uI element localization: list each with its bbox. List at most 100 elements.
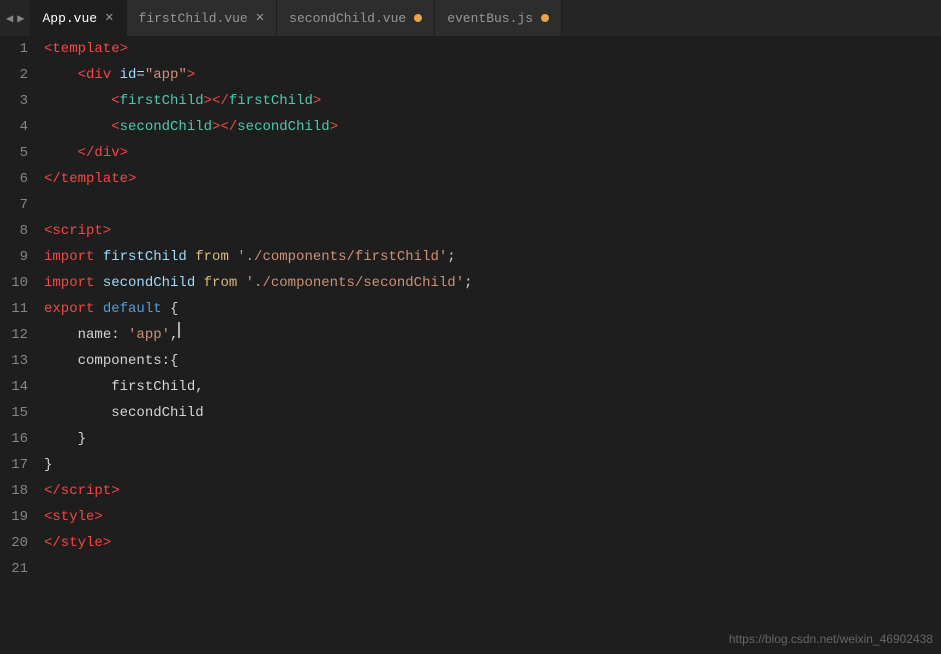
component-second-child-close: secondChild xyxy=(237,114,329,140)
indent-15 xyxy=(44,400,111,426)
code-line-13: components:{ xyxy=(44,348,941,374)
indent-2 xyxy=(44,62,78,88)
tab-app-vue[interactable]: App.vue ✕ xyxy=(30,0,126,36)
code-line-14: firstChild, xyxy=(44,374,941,400)
tab-label-second-child-vue: secondChild.vue xyxy=(289,11,406,26)
line-num-21: 21 xyxy=(8,556,28,582)
tag-div-open: <div xyxy=(78,62,120,88)
string-path-first-child: './components/firstChild' xyxy=(237,244,447,270)
key-components: components:{ xyxy=(78,348,179,374)
line-num-17: 17 xyxy=(8,452,28,478)
indent-14 xyxy=(44,374,111,400)
code-line-4: < secondChild ></ secondChild > xyxy=(44,114,941,140)
line-numbers: 1 2 3 4 5 6 7 8 9 10 11 12 13 14 15 16 1… xyxy=(0,36,40,654)
keyword-import-10: import xyxy=(44,270,103,296)
code-line-2: <div id= "app" > xyxy=(44,62,941,88)
plain-brace-open-11: { xyxy=(162,296,179,322)
code-line-15: secondChild xyxy=(44,400,941,426)
identifier-first-child-9: firstChild xyxy=(103,244,195,270)
code-area[interactable]: <template> <div id= "app" > < firstChild xyxy=(40,36,941,654)
component-second-child-open: secondChild xyxy=(120,114,212,140)
code-line-16: } xyxy=(44,426,941,452)
tag-template-close: </template> xyxy=(44,166,136,192)
keyword-export: export xyxy=(44,296,103,322)
line-num-4: 4 xyxy=(8,114,28,140)
indent-12 xyxy=(44,322,78,348)
line-num-2: 2 xyxy=(8,62,28,88)
tag-first-child-bracket: ></ xyxy=(204,88,229,114)
keyword-import-9: import xyxy=(44,244,103,270)
line-num-20: 20 xyxy=(8,530,28,556)
text-cursor xyxy=(178,322,180,338)
line-num-19: 19 xyxy=(8,504,28,530)
attr-value-app: "app" xyxy=(145,62,187,88)
tab-first-child-vue[interactable]: firstChild.vue ✕ xyxy=(127,0,278,36)
value-second-child-comp: secondChild xyxy=(111,400,203,426)
code-line-6: </template> xyxy=(44,166,941,192)
code-line-21 xyxy=(44,556,941,582)
tag-style-close: </style> xyxy=(44,530,111,556)
tab-modified-dot-second-child xyxy=(414,14,422,22)
tab-label-event-bus-js: eventBus.js xyxy=(447,11,533,26)
line-num-8: 8 xyxy=(8,218,28,244)
indent-4 xyxy=(44,114,111,140)
code-line-9: import firstChild from './components/fir… xyxy=(44,244,941,270)
arrow-left-icon[interactable]: ◀ xyxy=(6,11,13,26)
code-line-1: <template> xyxy=(44,36,941,62)
value-first-child-comp: firstChild, xyxy=(111,374,203,400)
tag-script-close: </script> xyxy=(44,478,120,504)
line-num-14: 14 xyxy=(8,374,28,400)
tag-first-child-open: < xyxy=(111,88,119,114)
tag-style-open: <style> xyxy=(44,504,103,530)
component-first-child-open: firstChild xyxy=(120,88,204,114)
tag-second-child-end: > xyxy=(330,114,338,140)
code-line-10: import secondChild from './components/se… xyxy=(44,270,941,296)
string-path-second-child: './components/secondChild' xyxy=(246,270,464,296)
brace-close-16: } xyxy=(78,426,86,452)
editor-body: 1 2 3 4 5 6 7 8 9 10 11 12 13 14 15 16 1… xyxy=(0,36,941,654)
semicolon-10: ; xyxy=(464,270,472,296)
brace-close-17: } xyxy=(44,452,52,478)
line-num-16: 16 xyxy=(8,426,28,452)
code-line-12: name: 'app' , xyxy=(44,322,941,348)
line-num-11: 11 xyxy=(8,296,28,322)
watermark: https://blog.csdn.net/weixin_46902438 xyxy=(729,632,933,646)
tag-template-open: <template> xyxy=(44,36,128,62)
editor-wrapper: 1 2 3 4 5 6 7 8 9 10 11 12 13 14 15 16 1… xyxy=(0,36,941,654)
comma-12: , xyxy=(170,322,178,348)
value-app: 'app' xyxy=(128,322,170,348)
tag-first-child-end: > xyxy=(313,88,321,114)
tab-label-first-child-vue: firstChild.vue xyxy=(139,11,248,26)
tab-close-app-vue[interactable]: ✕ xyxy=(105,11,113,25)
line-num-15: 15 xyxy=(8,400,28,426)
code-line-3: < firstChild ></ firstChild > xyxy=(44,88,941,114)
line-num-18: 18 xyxy=(8,478,28,504)
indent-13 xyxy=(44,348,78,374)
component-first-child-close: firstChild xyxy=(229,88,313,114)
line-7-empty xyxy=(44,192,52,218)
tag-second-child-bracket: ></ xyxy=(212,114,237,140)
tab-second-child-vue[interactable]: secondChild.vue xyxy=(277,0,435,36)
tag-script-open: <script> xyxy=(44,218,111,244)
line-num-10: 10 xyxy=(8,270,28,296)
tab-bar: ◀ ▶ App.vue ✕ firstChild.vue ✕ secondChi… xyxy=(0,0,941,36)
indent-16 xyxy=(44,426,78,452)
line-num-7: 7 xyxy=(8,192,28,218)
line-num-9: 9 xyxy=(8,244,28,270)
line-num-5: 5 xyxy=(8,140,28,166)
tag-div-close: </div> xyxy=(78,140,128,166)
line-21-empty xyxy=(44,556,52,582)
keyword-default: default xyxy=(103,296,162,322)
semicolon-9: ; xyxy=(447,244,455,270)
tab-event-bus-js[interactable]: eventBus.js xyxy=(435,0,562,36)
tag-second-child-open: < xyxy=(111,114,119,140)
key-name: name: xyxy=(78,322,128,348)
code-line-17: } xyxy=(44,452,941,478)
arrow-right-icon[interactable]: ▶ xyxy=(17,11,24,26)
line-num-1: 1 xyxy=(8,36,28,62)
tab-modified-dot-event-bus xyxy=(541,14,549,22)
tab-bar-arrows[interactable]: ◀ ▶ xyxy=(0,11,30,26)
attr-id: id= xyxy=(120,62,145,88)
tab-close-first-child-vue[interactable]: ✕ xyxy=(256,11,264,25)
code-line-18: </script> xyxy=(44,478,941,504)
